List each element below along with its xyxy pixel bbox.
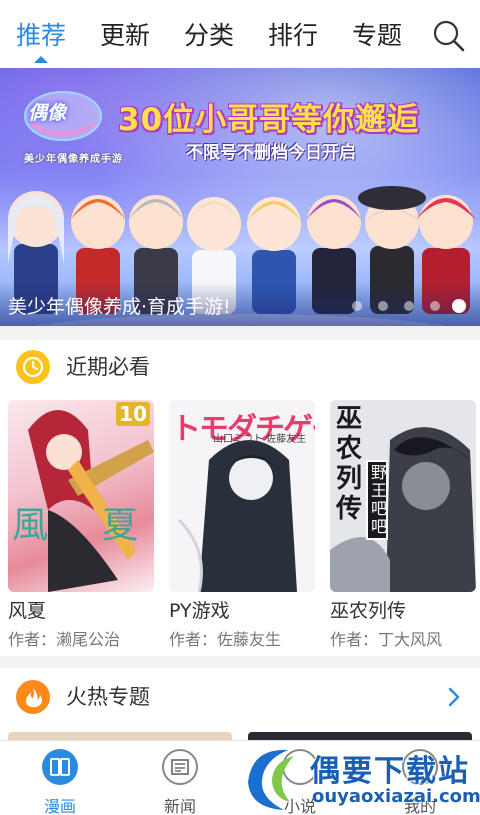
comic-author: 作者：濑尾公治 bbox=[8, 630, 121, 649]
recent-section-title: 近期必看 bbox=[66, 355, 150, 379]
banner-headline: 30位小哥哥等你邂逅 bbox=[118, 102, 420, 138]
game-logo-subtitle: 美少年偶像养成手游 bbox=[24, 154, 123, 165]
hot-section-title: 火热专题 bbox=[66, 685, 150, 709]
cover-title: 巫农列传 bbox=[336, 404, 363, 524]
bottom-tab-news[interactable]: 新闻 bbox=[140, 749, 220, 815]
bottom-tab-comics[interactable]: 漫画 bbox=[20, 749, 100, 815]
flame-icon bbox=[16, 680, 50, 714]
banner-subline: 不限号不删档今日开启 bbox=[186, 143, 356, 163]
cover-title-right: 夏 bbox=[102, 505, 139, 546]
news-icon bbox=[162, 749, 198, 785]
clock-icon bbox=[16, 350, 50, 384]
game-logo-text: 偶像 bbox=[28, 102, 67, 124]
hot-section: 火热专题 bbox=[0, 668, 480, 740]
cover-title-left: 風 bbox=[12, 505, 49, 546]
watermark-url: ouyaoxiazai.com bbox=[312, 786, 480, 807]
chevron-right-icon[interactable] bbox=[446, 686, 462, 708]
comic-title[interactable]: 风夏 bbox=[8, 596, 46, 623]
comic-author: 作者：佐藤友生 bbox=[169, 630, 282, 649]
cover-credit: 山口ミコト 佐藤友生 bbox=[213, 434, 307, 445]
topic-card-peek[interactable] bbox=[248, 732, 472, 740]
comic-author: 作者：丁大风风 bbox=[330, 630, 443, 649]
book-icon bbox=[42, 749, 78, 785]
comic-title[interactable]: PY游戏 bbox=[169, 596, 230, 623]
carousel-dot[interactable] bbox=[378, 301, 388, 311]
comic-cover[interactable]: 10 風 夏 bbox=[8, 400, 154, 592]
top-nav: 推荐 更新 分类 排行 专题 bbox=[0, 0, 480, 68]
tab-updates[interactable]: 更新 bbox=[100, 18, 150, 54]
volume-badge: 10 bbox=[116, 402, 150, 426]
tab-recommend[interactable]: 推荐 bbox=[16, 18, 66, 54]
comic-title[interactable]: 巫农列传 bbox=[330, 596, 406, 623]
watermark-logo-icon bbox=[248, 749, 294, 810]
comic-cover[interactable]: トモダチゲーム 山口ミコト 佐藤友生 bbox=[169, 400, 315, 592]
watermark-text: 偶要下载站 bbox=[310, 754, 470, 789]
carousel-dot[interactable] bbox=[352, 301, 362, 311]
topic-card-peek[interactable] bbox=[8, 732, 232, 740]
active-tab-indicator bbox=[34, 56, 48, 63]
cover-seal: 野王吧吧 bbox=[366, 460, 388, 540]
bottom-tab-label: 漫画 bbox=[43, 797, 76, 815]
banner-caption: 美少年偶像养成·育成手游! bbox=[8, 296, 231, 318]
bottom-tab-label: 新闻 bbox=[163, 797, 196, 815]
site-watermark: 偶要下载站 ouyaoxiazai.com bbox=[238, 742, 480, 815]
search-icon[interactable] bbox=[432, 19, 466, 53]
tab-topics[interactable]: 专题 bbox=[352, 18, 402, 54]
recent-section: 近期必看 10 風 夏 风夏 作者：濑尾公治 トモダチゲ 山口ミコト 佐藤友生 … bbox=[0, 340, 480, 656]
carousel-dot-active[interactable] bbox=[452, 299, 466, 313]
promo-banner[interactable]: 偶像 美少年偶像养成手游 30位小哥哥等你邂逅 不限号不删档今日开启 美少年偶像… bbox=[0, 68, 480, 326]
carousel-dot[interactable] bbox=[404, 301, 414, 311]
tab-categories[interactable]: 分类 bbox=[184, 18, 234, 54]
hot-section-header[interactable]: 火热专题 bbox=[0, 670, 480, 724]
tab-rankings[interactable]: 排行 bbox=[268, 18, 318, 54]
carousel-dot[interactable] bbox=[430, 301, 440, 311]
comic-cover[interactable]: 巫农列传 野王吧吧 bbox=[330, 400, 476, 592]
recent-section-header: 近期必看 bbox=[0, 340, 480, 394]
